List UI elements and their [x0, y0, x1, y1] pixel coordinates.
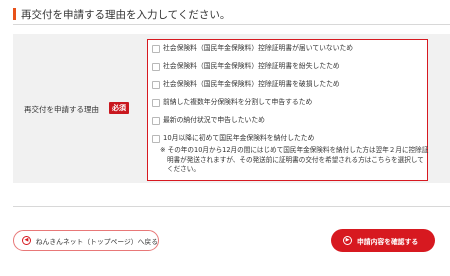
- required-badge: 必須: [109, 102, 129, 114]
- chevron-left-circle-icon: ◀: [22, 236, 31, 245]
- reason-option-note: ※ その年の10月から12月の間にはじめて国民年金保険料を納付した方は翌年２月に…: [160, 146, 429, 173]
- actions-divider: [13, 206, 450, 207]
- reason-option-label: 社会保険料（国民年金保険料）控除証明書が届いていないため: [163, 44, 354, 52]
- checkbox[interactable]: [152, 116, 160, 125]
- checkbox[interactable]: [152, 98, 160, 107]
- reason-option-lost[interactable]: 社会保険料（国民年金保険料）控除証明書を紛失したため: [152, 61, 340, 71]
- reason-option-split-prepaid[interactable]: 前納した複数年分保険料を分割して申告するため: [152, 97, 312, 107]
- chevron-right-circle-icon: ▶: [343, 236, 352, 245]
- reason-option-not-received[interactable]: 社会保険料（国民年金保険料）控除証明書が届いていないため: [152, 43, 353, 53]
- reason-option-label: 前納した複数年分保険料を分割して申告するため: [163, 98, 313, 106]
- checkbox[interactable]: [152, 44, 160, 53]
- reason-option-label: 最新の納付状況で申告したいため: [163, 116, 265, 124]
- heading-divider: [13, 24, 450, 25]
- reason-option-label: 社会保険料（国民年金保険料）控除証明書を破損したため: [163, 80, 340, 88]
- heading-accent-bar: [13, 8, 16, 20]
- section-heading-text: 再交付を申請する理由を入力してください。: [21, 8, 231, 21]
- back-button-label: ねんきんネット（トップページ）へ戻る: [35, 237, 158, 246]
- section-heading: 再交付を申請する理由を入力してください。: [13, 7, 230, 21]
- back-to-top-button[interactable]: ◀ ねんきんネット（トップページ）へ戻る: [13, 230, 159, 251]
- reason-option-first-payment-after-october[interactable]: 10月以降に初めて国民年金保険料を納付したため: [152, 133, 314, 143]
- reason-option-damaged[interactable]: 社会保険料（国民年金保険料）控除証明書を破損したため: [152, 79, 340, 89]
- checkbox[interactable]: [152, 62, 160, 71]
- reason-options-box: 社会保険料（国民年金保険料）控除証明書が届いていないため 社会保険料（国民年金保…: [147, 39, 428, 181]
- confirm-application-button[interactable]: ▶ 申請内容を確認する: [331, 229, 435, 252]
- checkbox[interactable]: [152, 80, 160, 89]
- confirm-button-label: 申請内容を確認する: [357, 237, 419, 246]
- reason-field-label: 再交付を申請する理由: [24, 105, 99, 114]
- reason-option-label: 社会保険料（国民年金保険料）控除証明書を紛失したため: [163, 62, 340, 70]
- reason-option-latest-status[interactable]: 最新の納付状況で申告したいため: [152, 115, 265, 125]
- checkbox[interactable]: [152, 134, 160, 143]
- reason-option-label: 10月以降に初めて国民年金保険料を納付したため: [163, 134, 315, 142]
